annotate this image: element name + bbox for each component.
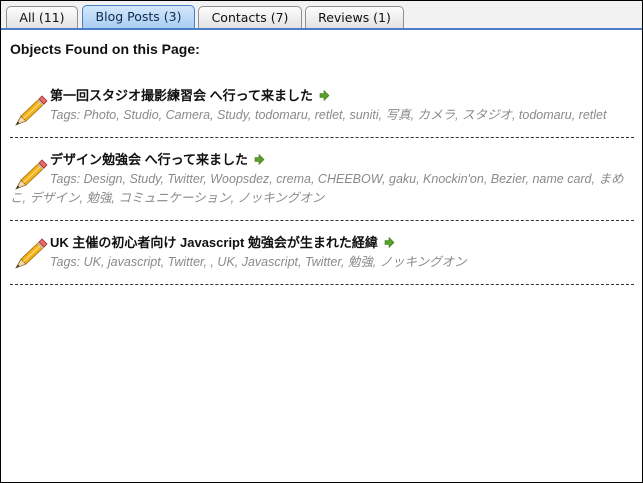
item-tags: Tags: Design, Study, Twitter, Woopsdez, …: [10, 172, 624, 205]
arrow-right-icon[interactable]: [254, 154, 265, 165]
window-frame: All (11) Blog Posts (3) Contacts (7) Rev…: [0, 0, 643, 483]
arrow-right-icon[interactable]: [384, 237, 395, 248]
tab-reviews[interactable]: Reviews (1): [305, 6, 404, 28]
item-title-link[interactable]: UK 主催の初心者向け Javascript 勉強会が生まれた経緯: [50, 235, 378, 250]
item-tags: Tags: Photo, Studio, Camera, Study, todo…: [50, 108, 607, 122]
tab-bar: All (11) Blog Posts (3) Contacts (7) Rev…: [1, 1, 642, 30]
list-item: デザイン勉強会 へ行って来ました Tags: Design, Study, Tw…: [10, 138, 634, 221]
list-item: UK 主催の初心者向け Javascript 勉強会が生まれた経緯 Tags: …: [10, 221, 634, 285]
tab-all[interactable]: All (11): [6, 6, 78, 28]
item-title-link[interactable]: 第一回スタジオ撮影練習会 へ行って来ました: [50, 88, 313, 103]
item-title-link[interactable]: デザイン勉強会 へ行って来ました: [50, 152, 248, 167]
pencil-icon: [15, 238, 48, 269]
results-panel: Objects Found on this Page: 第一回スタジオ撮影練習会…: [10, 41, 634, 285]
tab-blog-posts[interactable]: Blog Posts (3): [82, 5, 195, 29]
arrow-right-icon[interactable]: [319, 90, 330, 101]
page-heading: Objects Found on this Page:: [10, 41, 200, 57]
tab-bar-divider: [1, 28, 642, 30]
item-tags: Tags: UK, javascript, Twitter, , UK, Jav…: [50, 255, 467, 269]
pencil-icon: [15, 95, 48, 126]
list-item: 第一回スタジオ撮影練習会 へ行って来ました Tags: Photo, Studi…: [10, 74, 634, 138]
tab-contacts[interactable]: Contacts (7): [198, 6, 302, 28]
pencil-icon: [15, 159, 48, 190]
